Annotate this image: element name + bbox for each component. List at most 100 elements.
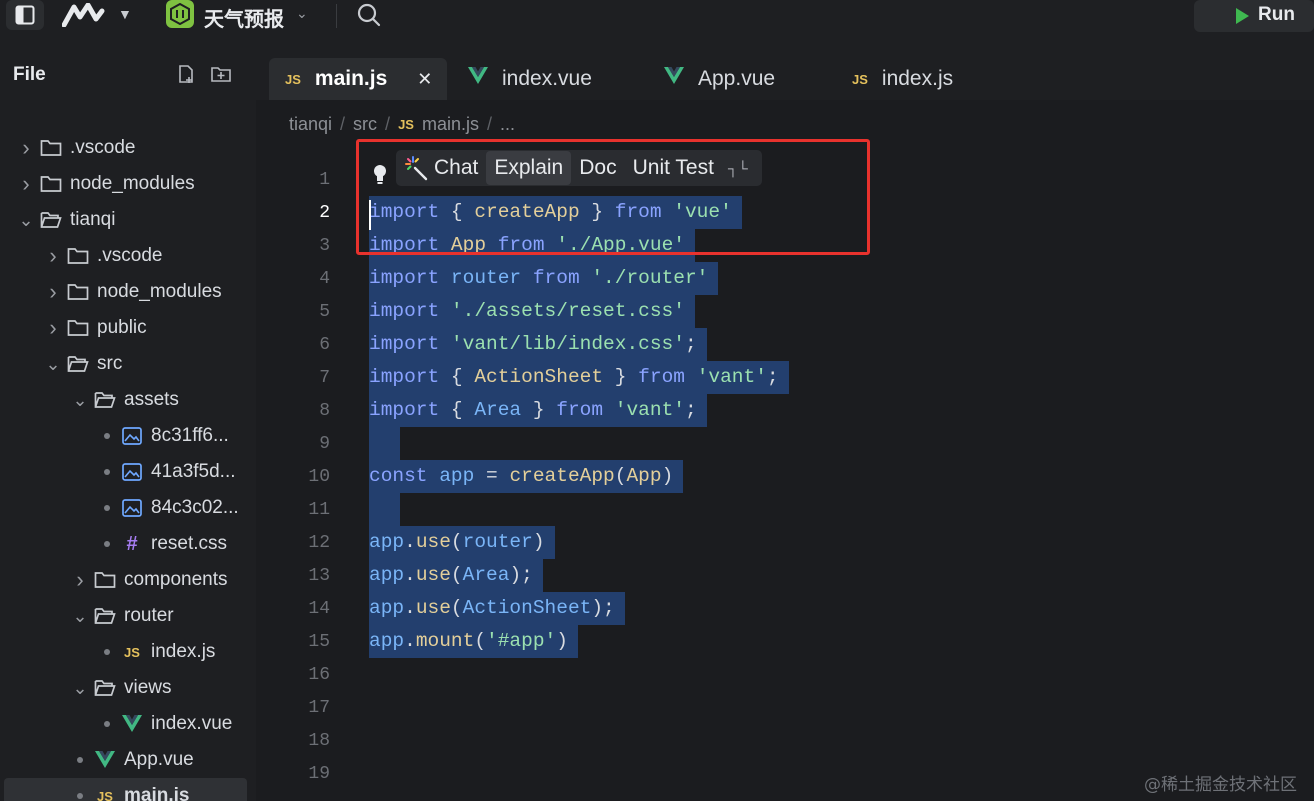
- tree-item[interactable]: # reset.css: [0, 526, 256, 562]
- css-file-icon: #: [126, 532, 138, 555]
- chevron-down-icon[interactable]: ⌄: [45, 354, 61, 375]
- tab-bar: JS main.js ✕ index.vue App.vue JS index.…: [256, 44, 1314, 100]
- code-line[interactable]: import './assets/reset.css': [369, 295, 695, 328]
- tab-index-vue[interactable]: index.vue: [468, 58, 592, 100]
- tab-app-vue[interactable]: App.vue: [664, 58, 775, 100]
- tree-item[interactable]: › node_modules: [0, 166, 256, 202]
- code-editor: JS main.js ✕ index.vue App.vue JS index.…: [256, 44, 1314, 801]
- vue-file-icon: [468, 67, 488, 91]
- bullet-dot: [99, 649, 115, 655]
- code-line[interactable]: app.use(router): [369, 526, 555, 559]
- close-icon[interactable]: ✕: [417, 69, 432, 90]
- tree-item[interactable]: ⌄ src: [0, 346, 256, 382]
- tree-item-label: assets: [124, 389, 179, 410]
- tree-item[interactable]: ⌄ router: [0, 598, 256, 634]
- sidebar-panel-icon: [15, 5, 35, 25]
- new-file-icon[interactable]: [176, 64, 196, 89]
- chevron-down-icon[interactable]: ⌄: [72, 606, 88, 627]
- image-file-icon: [119, 427, 145, 445]
- chevron-right-icon[interactable]: ›: [72, 567, 88, 593]
- chevron-right-icon[interactable]: ›: [18, 135, 34, 161]
- image-file-icon: [119, 499, 145, 517]
- tree-item[interactable]: ⌄ tianqi: [0, 202, 256, 238]
- selected-code-text: app.use(ActionSheet);: [369, 592, 625, 625]
- tree-item-label: .vscode: [70, 137, 136, 158]
- tree-item[interactable]: ⌄ assets: [0, 382, 256, 418]
- code-line[interactable]: import router from './router': [369, 262, 719, 295]
- code-line[interactable]: [369, 427, 400, 460]
- tree-item[interactable]: 8c31ff6...: [0, 418, 256, 454]
- chevron-right-icon[interactable]: ›: [45, 279, 61, 305]
- code-line[interactable]: app.use(Area);: [369, 559, 543, 592]
- chevron-down-icon[interactable]: ▼: [118, 6, 132, 22]
- tree-item[interactable]: JS main.js: [4, 778, 247, 801]
- tree-item[interactable]: JS index.js: [0, 634, 256, 670]
- tab-main-js[interactable]: JS main.js ✕: [269, 58, 447, 100]
- vue-file-icon: [664, 67, 684, 91]
- breadcrumb-item[interactable]: src: [353, 114, 377, 135]
- line-number: 10: [308, 467, 330, 487]
- toggle-sidebar-button[interactable]: [6, 0, 44, 30]
- code-line[interactable]: app.mount('#app'): [369, 625, 578, 658]
- tree-item[interactable]: 84c3c02...: [0, 490, 256, 526]
- code-line[interactable]: app.use(ActionSheet);: [369, 592, 625, 625]
- tree-item-label: App.vue: [124, 749, 194, 770]
- tree-item[interactable]: › public: [0, 310, 256, 346]
- line-number: 11: [308, 500, 330, 520]
- code-line[interactable]: const app = createApp(App): [369, 460, 684, 493]
- chevron-right-icon[interactable]: ›: [45, 315, 61, 341]
- code-line[interactable]: import { Area } from 'vant';: [369, 394, 707, 427]
- line-number: 14: [308, 599, 330, 619]
- folder-open-icon: [92, 607, 118, 625]
- run-button[interactable]: Run: [1194, 0, 1314, 32]
- chevron-down-icon[interactable]: ⌄: [296, 5, 308, 22]
- folder-open-icon: [65, 355, 91, 373]
- tree-item[interactable]: › .vscode: [0, 130, 256, 166]
- line-number: 6: [319, 335, 330, 355]
- chevron-right-icon[interactable]: ›: [18, 171, 34, 197]
- project-name[interactable]: 天气预报: [204, 3, 284, 32]
- breadcrumb-item[interactable]: tianqi: [289, 114, 332, 135]
- breadcrumb-item[interactable]: main.js: [422, 114, 479, 135]
- tree-item-label: reset.css: [151, 533, 228, 554]
- tree-item[interactable]: index.vue: [0, 706, 256, 742]
- tree-item[interactable]: › components: [0, 562, 256, 598]
- tree-item-label: router: [124, 605, 174, 626]
- chevron-down-icon[interactable]: ⌄: [72, 390, 88, 411]
- code-line[interactable]: import { ActionSheet } from 'vant';: [369, 361, 789, 394]
- bullet-dot: [72, 757, 88, 763]
- tree-item[interactable]: App.vue: [0, 742, 256, 778]
- breadcrumb-separator: /: [340, 114, 346, 134]
- folder-icon: [65, 247, 91, 265]
- selected-code-text: import { Area } from 'vant';: [369, 394, 707, 427]
- nodejs-project-icon: [166, 0, 194, 28]
- line-number: 18: [308, 731, 330, 751]
- tree-item[interactable]: › .vscode: [0, 238, 256, 274]
- selected-code-text: import 'vant/lib/index.css';: [369, 328, 707, 361]
- chevron-down-icon[interactable]: ⌄: [72, 678, 88, 699]
- line-number: 9: [319, 434, 330, 454]
- selected-code-text: import router from './router': [369, 262, 719, 295]
- search-icon[interactable]: [356, 2, 382, 33]
- selected-code-text: [369, 427, 400, 460]
- tree-item[interactable]: ⌄ views: [0, 670, 256, 706]
- chevron-right-icon[interactable]: ›: [45, 243, 61, 269]
- tree-item[interactable]: 41a3f5d...: [0, 454, 256, 490]
- folder-open-icon: [38, 211, 64, 229]
- tree-item-label: src: [97, 353, 123, 374]
- app-logo-icon[interactable]: [61, 2, 106, 32]
- folder-icon: [65, 319, 91, 337]
- chevron-down-icon[interactable]: ⌄: [18, 210, 34, 231]
- new-folder-icon[interactable]: [210, 64, 232, 89]
- tab-index-js[interactable]: JS index.js: [852, 58, 953, 100]
- breadcrumb-item[interactable]: ...: [500, 114, 515, 135]
- code-line[interactable]: import 'vant/lib/index.css';: [369, 328, 707, 361]
- tree-item-label: node_modules: [70, 173, 195, 194]
- line-number: 5: [319, 302, 330, 322]
- tree-item[interactable]: › node_modules: [0, 274, 256, 310]
- bullet-dot: [99, 469, 115, 475]
- run-label: Run: [1258, 4, 1295, 25]
- code-line[interactable]: [369, 493, 400, 526]
- tree-item-label: index.vue: [151, 713, 233, 734]
- line-number: 4: [319, 269, 330, 289]
